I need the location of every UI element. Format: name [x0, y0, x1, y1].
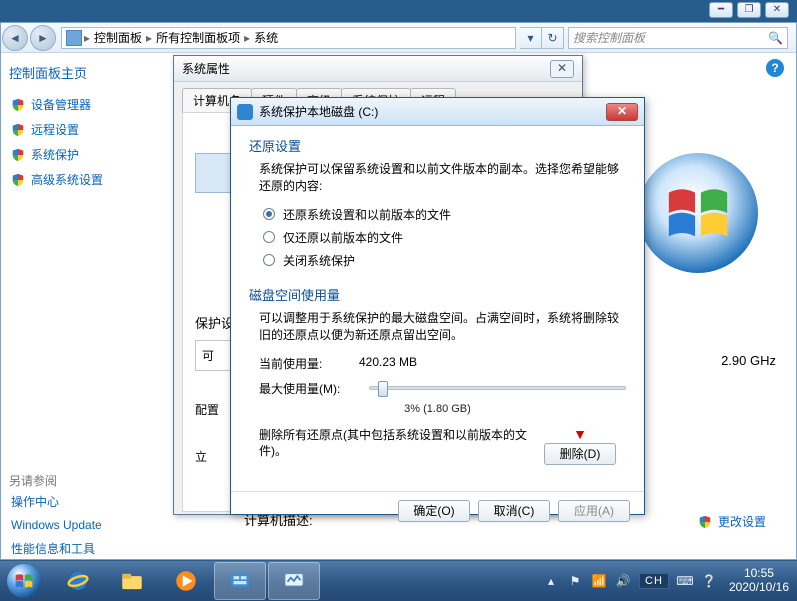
dialog-icon [237, 104, 253, 120]
cpu-speed: 2.90 GHz [721, 353, 776, 368]
windows-orb-icon [7, 564, 41, 598]
radio-dot-icon [263, 231, 275, 243]
max-usage-percent: 3% (1.80 GB) [249, 403, 626, 415]
see-also-perf[interactable]: 性能信息和工具 [9, 536, 168, 561]
see-also-windows-update[interactable]: Windows Update [9, 514, 168, 536]
see-also-title: 另请参阅 [9, 472, 168, 489]
sidebar-title[interactable]: 控制面板主页 [9, 63, 168, 82]
sidebar-item-remote[interactable]: 远程设置 [9, 117, 168, 142]
current-usage-value: 420.23 MB [359, 355, 417, 372]
search-icon: 🔍 [768, 31, 783, 45]
max-usage-label: 最大使用量(M): [259, 380, 359, 397]
clock-time: 10:55 [729, 567, 789, 581]
system-tray: ▴ ⚑ 📶 🔊 CH ⌨ ❔ 10:55 2020/10/16 [539, 561, 797, 601]
maximize-button[interactable]: ❐ [737, 2, 761, 18]
tray-up-icon[interactable]: ▴ [542, 572, 560, 590]
disk-usage-heading: 磁盘空间使用量 [249, 285, 626, 304]
dialog-titlebar[interactable]: 系统属性 ✕ [174, 56, 582, 82]
tray-flag-icon[interactable]: ⚑ [566, 572, 584, 590]
tray-volume-icon[interactable]: 🔊 [614, 572, 632, 590]
search-input[interactable]: 搜索控制面板 🔍 [568, 27, 788, 49]
refresh-button[interactable]: ↻ [542, 27, 564, 49]
cancel-button[interactable]: 取消(C) [478, 500, 550, 522]
dialog-close-button[interactable]: ✕ [550, 60, 574, 78]
start-button[interactable] [0, 561, 48, 601]
shield-icon [11, 98, 25, 112]
address-buttons: ▾ ↻ [520, 27, 564, 49]
breadcrumb[interactable]: 控制面板 [92, 29, 144, 46]
clock[interactable]: 10:55 2020/10/16 [721, 567, 797, 595]
slider-thumb[interactable] [378, 381, 388, 397]
control-panel-icon [66, 30, 82, 46]
disk-usage-desc: 可以调整用于系统保护的最大磁盘空间。占满空间时，系统将删除较旧的还原点以便为新还… [259, 310, 626, 345]
system-protection-disk-dialog: 系统保护本地磁盘 (C:) ✕ 还原设置 系统保护可以保留系统设置和以前文件版本… [230, 97, 645, 515]
window-controls: ━ ❐ ✕ [709, 2, 789, 18]
search-placeholder: 搜索控制面板 [573, 29, 645, 46]
ok-button[interactable]: 确定(O) [398, 500, 470, 522]
shield-icon [11, 123, 25, 137]
sidebar-item-label: 远程设置 [31, 121, 79, 138]
taskbar-ie[interactable] [52, 562, 104, 600]
address-dropdown-button[interactable]: ▾ [520, 27, 542, 49]
red-arrow-icon: ▼ [544, 427, 616, 441]
taskbar-explorer[interactable] [106, 562, 158, 600]
tray-network-icon[interactable]: 📶 [590, 572, 608, 590]
sidebar-item-devmgr[interactable]: 设备管理器 [9, 92, 168, 117]
radio-disable-protection[interactable]: 关闭系统保护 [263, 252, 626, 269]
restore-settings-heading: 还原设置 [249, 136, 626, 155]
nav-back-button[interactable]: ◄ [2, 25, 28, 51]
shield-icon [11, 173, 25, 187]
breadcrumb[interactable]: 所有控制面板项 [154, 29, 242, 46]
sidebar: 控制面板主页 设备管理器 远程设置 系统保护 高级系统设置 另请参阅 操作中心 … [1, 53, 176, 559]
minimize-button[interactable]: ━ [709, 2, 733, 18]
clock-date: 2020/10/16 [729, 581, 789, 595]
nav-forward-button[interactable]: ► [30, 25, 56, 51]
help-icon[interactable]: ? [766, 59, 784, 77]
restore-settings-desc: 系统保护可以保留系统设置和以前文件版本的副本。选择您希望能够还原的内容: [259, 161, 626, 196]
sidebar-item-label: 设备管理器 [31, 96, 91, 113]
sidebar-item-sysprotect[interactable]: 系统保护 [9, 142, 168, 167]
sidebar-item-label: 高级系统设置 [31, 171, 103, 188]
radio-restore-system-and-files[interactable]: 还原系统设置和以前版本的文件 [263, 206, 626, 223]
dialog-titlebar[interactable]: 系统保护本地磁盘 (C:) ✕ [231, 98, 644, 126]
dialog-close-button[interactable]: ✕ [606, 103, 638, 121]
taskbar-system[interactable] [268, 562, 320, 600]
dialog-title: 系统属性 [182, 60, 550, 77]
radio-restore-files-only[interactable]: 仅还原以前版本的文件 [263, 229, 626, 246]
delete-button[interactable]: 删除(D) [544, 443, 616, 465]
tray-help-icon[interactable]: ❔ [700, 572, 718, 590]
tray-keyboard-icon[interactable]: ⌨ [676, 572, 694, 590]
taskbar: ▴ ⚑ 📶 🔊 CH ⌨ ❔ 10:55 2020/10/16 [0, 561, 797, 601]
language-indicator[interactable]: CH [639, 573, 669, 589]
address-bar[interactable]: ▸ 控制面板 ▸ 所有控制面板项 ▸ 系统 [61, 27, 516, 49]
breadcrumb[interactable]: 系统 [252, 29, 280, 46]
shield-icon [11, 148, 25, 162]
delete-restore-points-desc: 删除所有还原点(其中包括系统设置和以前版本的文件)。 [259, 427, 532, 461]
close-button[interactable]: ✕ [765, 2, 789, 18]
change-settings-link[interactable]: 更改设置 [698, 513, 766, 530]
navigation-bar: ◄ ► ▸ 控制面板 ▸ 所有控制面板项 ▸ 系统 ▾ ↻ 搜索控制面板 🔍 [1, 23, 796, 53]
radio-dot-icon [263, 208, 275, 220]
taskbar-media-player[interactable] [160, 562, 212, 600]
dialog-button-row: 确定(O) 取消(C) 应用(A) [231, 491, 644, 530]
current-usage-label: 当前使用量: [259, 355, 359, 372]
shield-icon [698, 515, 712, 529]
radio-dot-icon [263, 254, 275, 266]
see-also-action-center[interactable]: 操作中心 [9, 489, 168, 514]
windows-logo [638, 153, 758, 273]
max-usage-slider[interactable] [369, 386, 626, 390]
sidebar-item-advanced[interactable]: 高级系统设置 [9, 167, 168, 192]
system-protection-icon [195, 153, 235, 193]
dialog-title: 系统保护本地磁盘 (C:) [259, 103, 606, 120]
taskbar-control-panel[interactable] [214, 562, 266, 600]
apply-button[interactable]: 应用(A) [558, 500, 630, 522]
sidebar-item-label: 系统保护 [31, 146, 79, 163]
